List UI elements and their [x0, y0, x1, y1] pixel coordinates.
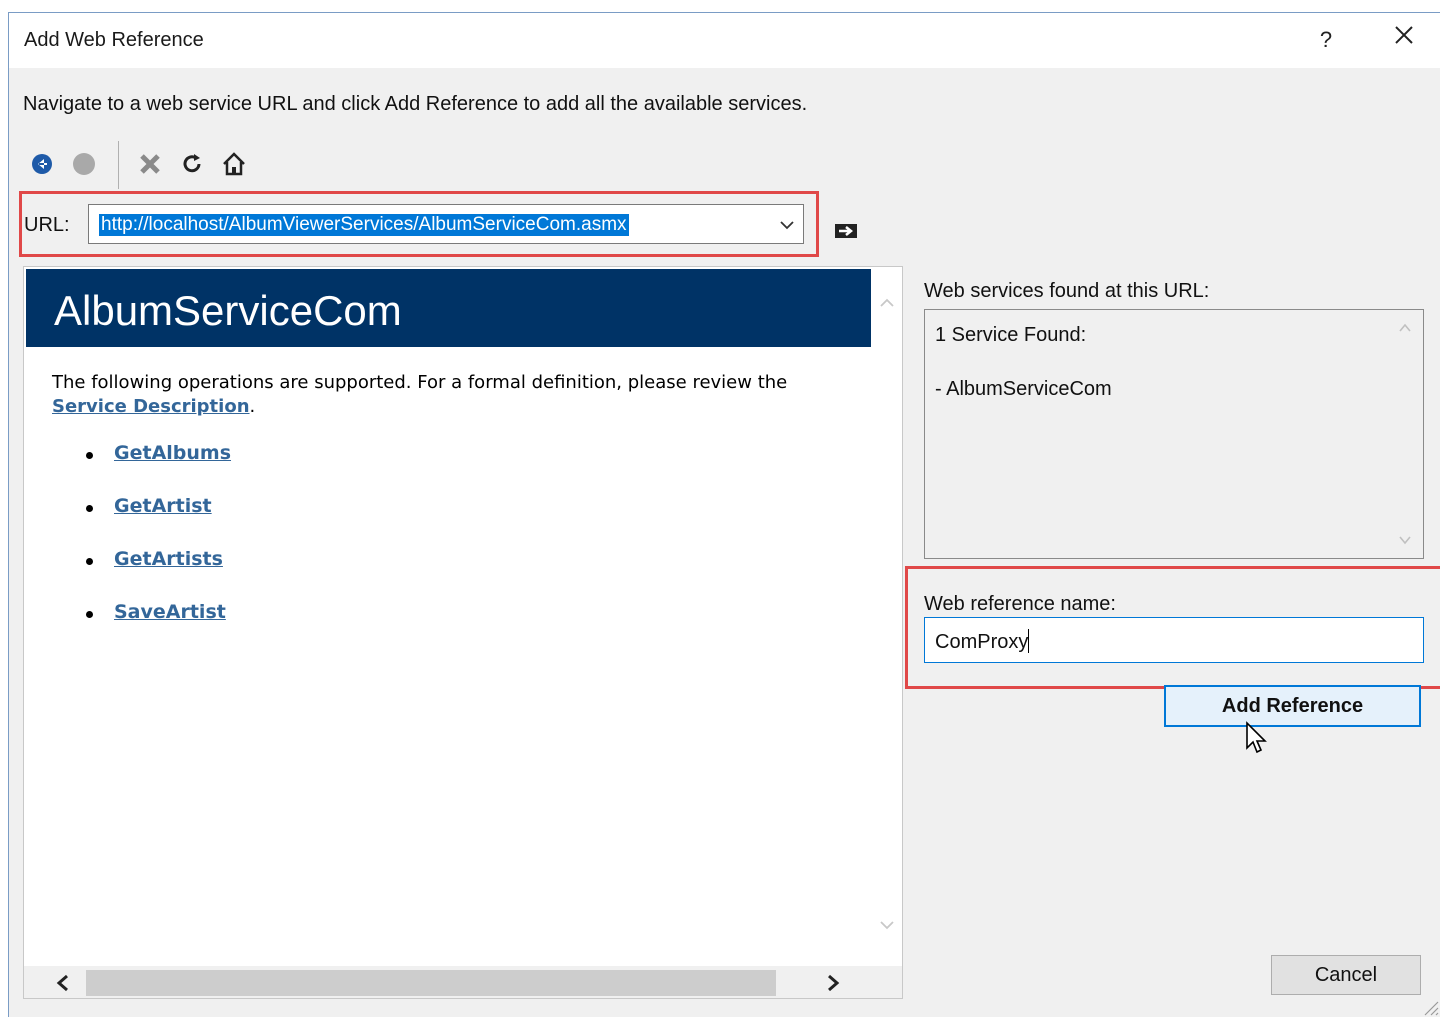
- operation-link[interactable]: GetArtist: [114, 495, 212, 517]
- operation-link[interactable]: GetAlbums: [114, 442, 231, 464]
- bullet-icon: [86, 452, 93, 459]
- go-button[interactable]: [834, 221, 860, 241]
- services-found-label: Web services found at this URL:: [924, 280, 1210, 302]
- bullet-icon: [86, 611, 93, 618]
- close-button[interactable]: [1389, 25, 1419, 55]
- description-prefix: The following operations are supported. …: [52, 372, 788, 393]
- found-service-item: - AlbumServiceCom: [935, 378, 1112, 400]
- url-label: URL:: [24, 214, 70, 236]
- reference-name-input[interactable]: ComProxy: [924, 617, 1424, 663]
- scrollbar-thumb[interactable]: [86, 970, 776, 996]
- service-description-link[interactable]: Service Description: [52, 396, 250, 417]
- url-row: URL: http://localhost/AlbumViewerService…: [19, 191, 819, 257]
- service-title: AlbumServiceCom: [54, 287, 402, 334]
- bullet-icon: [86, 558, 93, 565]
- refresh-icon[interactable]: [179, 151, 205, 177]
- back-icon[interactable]: [29, 151, 55, 177]
- reference-name-value[interactable]: ComProxy: [935, 629, 1030, 654]
- service-browser-pane: AlbumServiceCom The following operations…: [23, 266, 903, 999]
- home-icon[interactable]: [221, 151, 247, 177]
- mouse-cursor-icon: [1245, 721, 1269, 762]
- chevron-left-icon[interactable]: [54, 973, 72, 998]
- cancel-button[interactable]: Cancel: [1271, 955, 1421, 995]
- close-icon: [1395, 26, 1413, 44]
- chevron-down-icon[interactable]: [777, 215, 797, 235]
- title-bar: Add Web Reference ?: [9, 13, 1440, 68]
- instruction-text: Navigate to a web service URL and click …: [23, 93, 808, 115]
- url-combobox[interactable]: http://localhost/AlbumViewerServices/Alb…: [88, 204, 804, 244]
- vertical-scrollbar[interactable]: [872, 267, 902, 967]
- chevron-up-icon[interactable]: [877, 293, 897, 318]
- operation-link[interactable]: GetArtists: [114, 548, 223, 570]
- services-found-box: 1 Service Found: - AlbumServiceCom: [924, 309, 1424, 559]
- chevron-up-icon[interactable]: [1397, 320, 1413, 341]
- bullet-icon: [86, 505, 93, 512]
- service-count-text: 1 Service Found:: [935, 324, 1087, 346]
- forward-icon: [71, 151, 97, 177]
- text-caret: [1028, 629, 1030, 653]
- chevron-down-icon[interactable]: [877, 915, 897, 940]
- service-description-text: The following operations are supported. …: [52, 371, 852, 419]
- service-header: AlbumServiceCom: [26, 269, 871, 347]
- description-suffix: .: [249, 396, 256, 417]
- resize-grip-icon[interactable]: [1423, 998, 1439, 1021]
- horizontal-scrollbar[interactable]: [24, 966, 902, 998]
- browser-toolbar: [23, 141, 283, 189]
- arrow-right-icon: [835, 224, 857, 238]
- add-reference-button[interactable]: Add Reference: [1164, 685, 1421, 727]
- toolbar-separator: [118, 141, 119, 189]
- chevron-right-icon[interactable]: [824, 973, 842, 998]
- help-button[interactable]: ?: [1311, 25, 1341, 55]
- reference-name-label: Web reference name:: [924, 593, 1116, 615]
- dialog-title: Add Web Reference: [24, 29, 204, 51]
- stop-icon: [137, 151, 163, 177]
- chevron-down-icon[interactable]: [1397, 532, 1413, 553]
- operation-link[interactable]: SaveArtist: [114, 601, 226, 623]
- add-web-reference-dialog: Add Web Reference ? Navigate to a web se…: [8, 12, 1440, 1017]
- url-input-value[interactable]: http://localhost/AlbumViewerServices/Alb…: [99, 214, 629, 236]
